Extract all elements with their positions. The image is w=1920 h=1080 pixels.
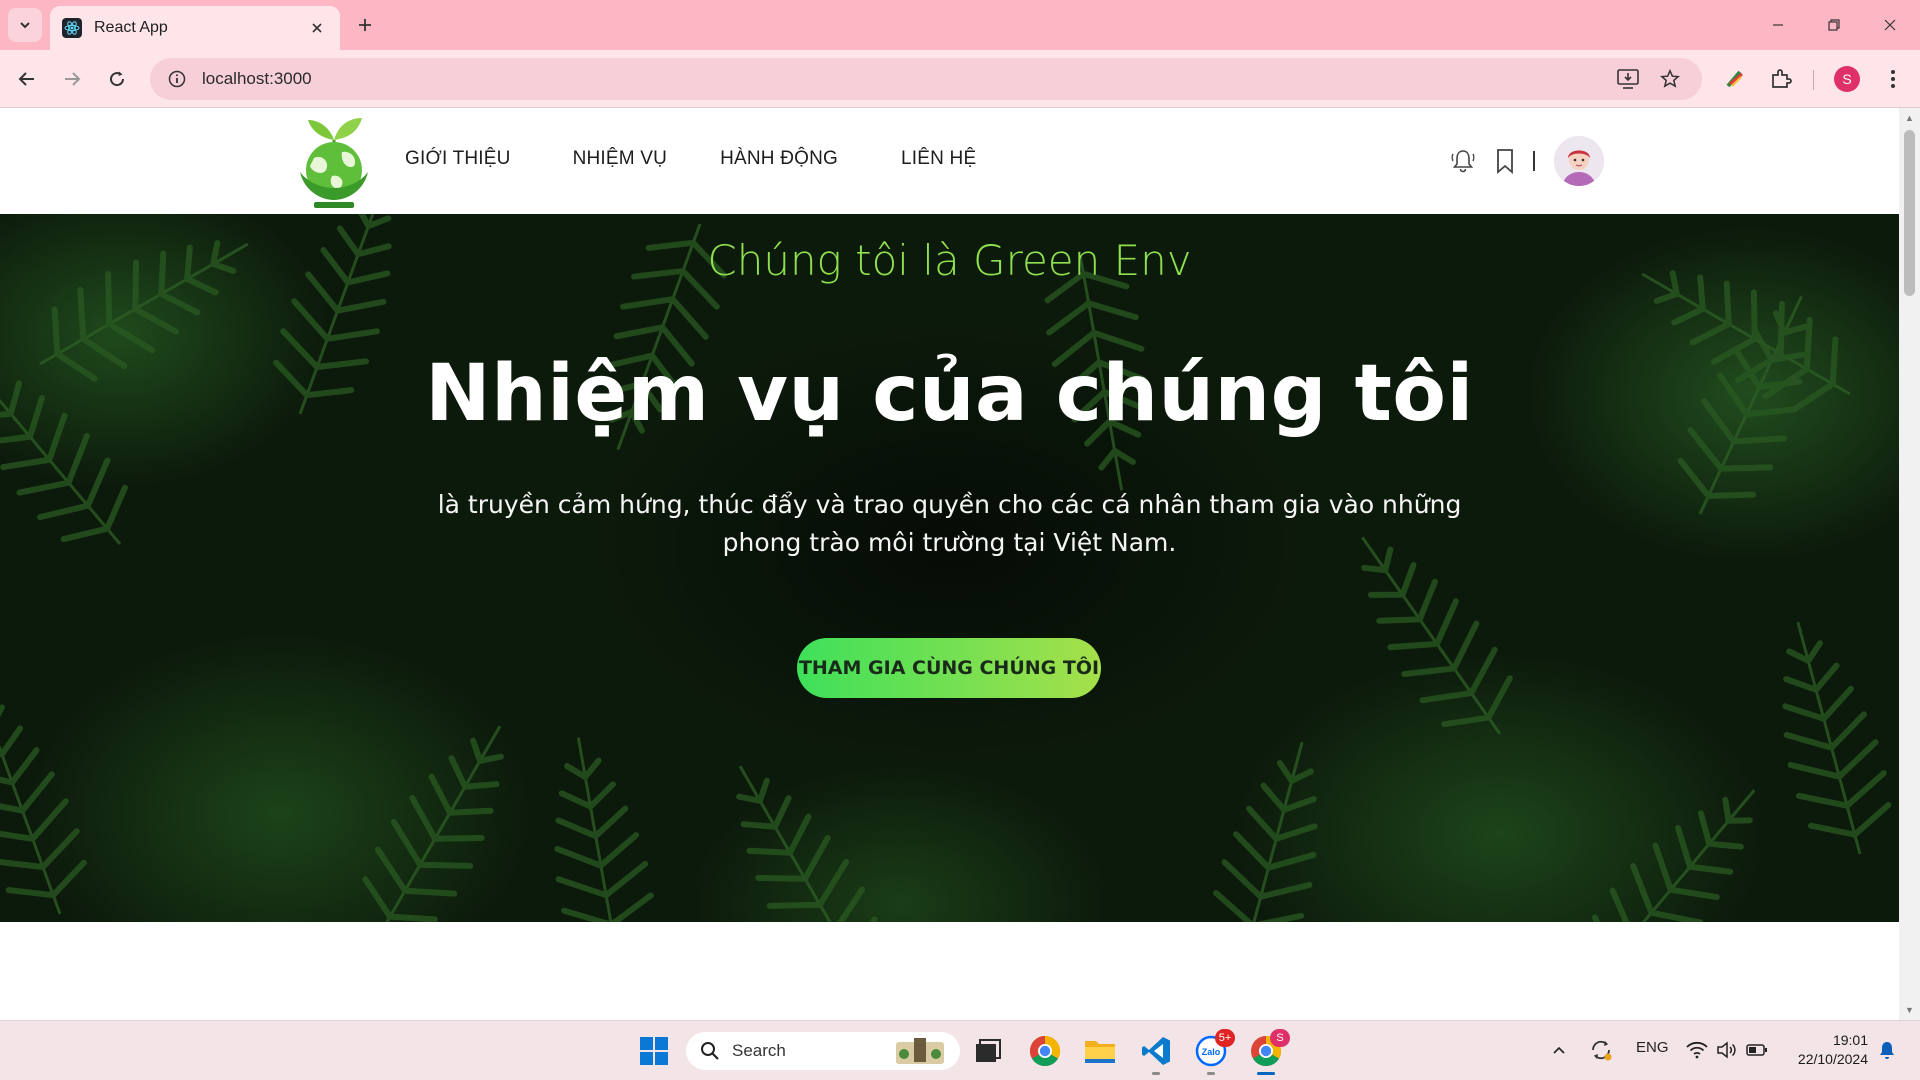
- scrollbar-thumb[interactable]: [1904, 130, 1915, 296]
- language-indicator[interactable]: ENG: [1636, 1039, 1669, 1056]
- nav-action[interactable]: HÀNH ĐỘNG: [720, 148, 838, 170]
- green-env-logo[interactable]: [290, 110, 378, 210]
- puzzle-icon[interactable]: [1766, 64, 1796, 94]
- nav-contact[interactable]: LIÊN HỆ: [901, 148, 976, 170]
- plus-icon: [359, 19, 371, 31]
- toolbar-divider: [1813, 70, 1814, 90]
- taskbar-search-label: Search: [732, 1041, 786, 1060]
- sync-icon[interactable]: [1586, 1035, 1616, 1065]
- browser-tab-bar: React App: [0, 0, 1920, 50]
- site-header: GIỚI THIỆU NHIỆM VỤ HÀNH ĐỘNG LIÊN HỆ: [0, 108, 1899, 214]
- reload-button[interactable]: [100, 62, 134, 96]
- taskbar-search-box[interactable]: Search: [686, 1032, 960, 1070]
- nav-about[interactable]: GIỚI THIỆU: [405, 148, 511, 170]
- vscode-running-indicator: [1152, 1072, 1160, 1075]
- scroll-up-icon[interactable]: ▲: [1904, 112, 1915, 124]
- browser-tab[interactable]: React App: [50, 6, 340, 50]
- windows-taskbar: Search Zalo 5+ S ENG 19:01 22/10/2024: [0, 1020, 1920, 1080]
- chrome-profile-icon[interactable]: S: [1248, 1029, 1290, 1075]
- back-button[interactable]: [10, 62, 44, 96]
- hero-description: là truyền cảm hứng, thúc đẩy và trao quy…: [437, 490, 1462, 557]
- windows-start-icon[interactable]: [636, 1033, 672, 1069]
- forward-button[interactable]: [55, 62, 89, 96]
- svg-text:Zalo: Zalo: [1202, 1047, 1221, 1057]
- taskbar-clock[interactable]: 19:01 22/10/2024: [1780, 1031, 1868, 1069]
- kebab-icon[interactable]: [1878, 64, 1908, 94]
- chrome-profile-badge: S: [1270, 1029, 1290, 1047]
- page-viewport: GIỚI THIỆU NHIỆM VỤ HÀNH ĐỘNG LIÊN HỆ Ch…: [0, 108, 1899, 1020]
- hero-section: Chúng tôi là Green Env Nhiệm vụ của chún…: [0, 214, 1899, 922]
- header-divider: [1533, 151, 1535, 171]
- join-us-button[interactable]: THAM GIA CÙNG CHÚNG TÔI: [797, 638, 1101, 698]
- close-window-button[interactable]: [1862, 0, 1918, 50]
- zalo-running-indicator: [1207, 1072, 1215, 1075]
- chrome-icon[interactable]: [1027, 1033, 1063, 1069]
- info-icon[interactable]: [168, 70, 186, 88]
- star-icon[interactable]: [1656, 65, 1684, 93]
- zalo-notification-badge: 5+: [1215, 1029, 1235, 1047]
- new-tab-button[interactable]: [350, 10, 380, 40]
- profile-button[interactable]: S: [1832, 64, 1862, 94]
- tab-close-icon[interactable]: [306, 17, 328, 39]
- clock-time: 19:01: [1832, 1032, 1868, 1048]
- nav-mission[interactable]: NHIỆM VỤ: [573, 148, 668, 170]
- notification-bell-icon[interactable]: [1872, 1035, 1902, 1065]
- close-icon: [1884, 19, 1896, 31]
- hero-subtitle: Chúng tôi là Green Env: [707, 236, 1192, 285]
- clock-date: 22/10/2024: [1797, 1051, 1868, 1067]
- zalo-icon[interactable]: Zalo 5+: [1193, 1029, 1235, 1075]
- color-extension-icon[interactable]: [1720, 64, 1750, 94]
- main-menu: GIỚI THIỆU NHIỆM VỤ HÀNH ĐỘNG LIÊN HỆ: [405, 148, 1038, 170]
- minimize-button[interactable]: [1750, 0, 1806, 50]
- chevron-down-icon: [20, 22, 30, 29]
- scroll-down-icon[interactable]: ▼: [1904, 1004, 1915, 1016]
- tab-title: React App: [94, 19, 168, 36]
- file-explorer-icon[interactable]: [1082, 1033, 1118, 1069]
- volume-icon[interactable]: [1712, 1035, 1742, 1065]
- search-icon: [701, 1042, 719, 1060]
- url-text[interactable]: localhost:3000: [202, 69, 1600, 89]
- arrow-right-icon: [65, 72, 81, 86]
- show-hidden-icons-chevron-icon[interactable]: [1544, 1035, 1574, 1065]
- fern-background-image: [0, 214, 1899, 922]
- search-highlight-icon: [896, 1038, 944, 1064]
- user-avatar[interactable]: [1554, 136, 1604, 186]
- address-bar[interactable]: localhost:3000: [150, 58, 1702, 100]
- tab-search-button[interactable]: [8, 8, 42, 42]
- restore-button[interactable]: [1806, 0, 1862, 50]
- vscode-icon[interactable]: [1138, 1033, 1174, 1075]
- browser-toolbar: localhost:3000 S: [0, 50, 1920, 108]
- profile-avatar: S: [1834, 66, 1860, 92]
- arrow-left-icon: [18, 72, 34, 86]
- bell-icon[interactable]: [1448, 146, 1478, 176]
- restore-icon: [1828, 19, 1840, 31]
- minimize-icon: [1773, 24, 1783, 26]
- bookmark-icon[interactable]: [1490, 146, 1520, 176]
- hero-title: Nhiệm vụ của chúng tôi: [425, 349, 1474, 439]
- battery-icon[interactable]: [1742, 1035, 1772, 1065]
- wifi-icon[interactable]: [1682, 1035, 1712, 1065]
- install-icon[interactable]: [1614, 65, 1642, 93]
- chrome-active-indicator: [1257, 1072, 1275, 1075]
- reload-icon: [110, 71, 125, 87]
- task-view-icon[interactable]: [970, 1033, 1006, 1069]
- page-scrollbar[interactable]: ▲ ▼: [1899, 108, 1920, 1020]
- react-favicon-icon: [62, 18, 82, 38]
